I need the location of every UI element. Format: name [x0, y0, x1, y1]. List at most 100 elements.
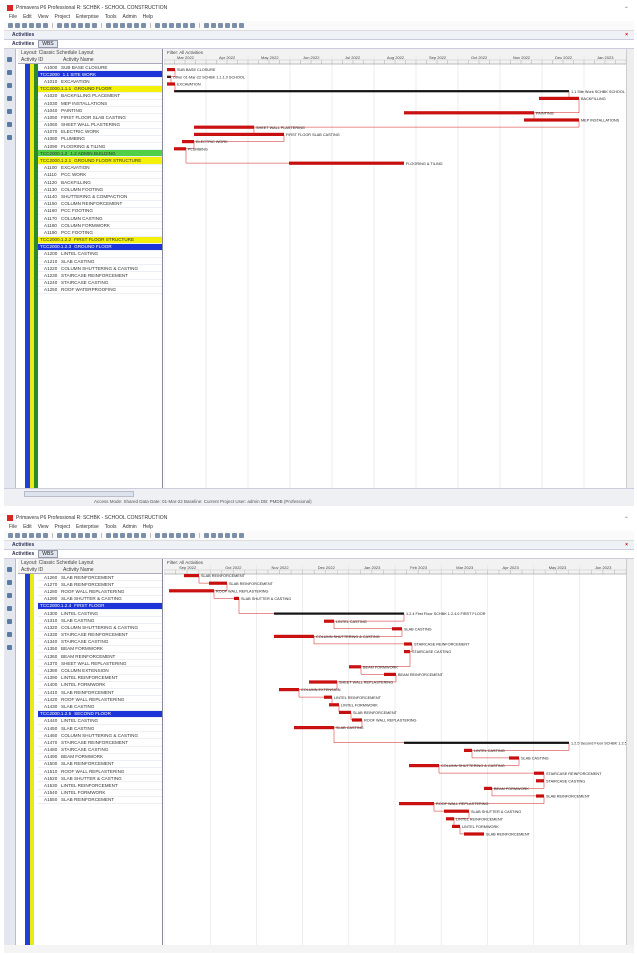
toolbar-icon[interactable]	[36, 533, 41, 538]
table-row[interactable]: A1110 PCC WORK	[38, 172, 162, 179]
toolbar-icon[interactable]	[106, 23, 111, 28]
table-row[interactable]: A1490 BEAM FORMWORK	[38, 754, 162, 761]
bottom-tab-strip[interactable]	[24, 491, 134, 497]
table-row[interactable]: A1380 COLUMN EXTENSION	[38, 667, 162, 675]
activity-bar[interactable]	[352, 718, 362, 722]
toolbar-icon[interactable]	[127, 23, 132, 28]
toolbar-icon[interactable]	[204, 533, 209, 538]
toolbar-icon[interactable]	[190, 533, 195, 538]
toolbar-icon[interactable]	[199, 533, 200, 538]
activity-bar[interactable]	[444, 809, 469, 813]
toolbar-icon[interactable]	[7, 122, 12, 127]
toolbar-icon[interactable]	[176, 533, 181, 538]
toolbar-icon[interactable]	[155, 23, 160, 28]
toolbar-icon[interactable]	[106, 533, 111, 538]
table-row[interactable]: A1170 COLUMN CASTING	[38, 215, 162, 223]
toolbar-icon[interactable]	[92, 533, 97, 538]
tab-wbs[interactable]: WBS	[38, 40, 58, 48]
toolbar-icon[interactable]	[204, 23, 209, 28]
summary-bar[interactable]	[174, 90, 569, 93]
menu-file[interactable]: File	[9, 14, 17, 20]
toolbar-icon[interactable]	[52, 533, 53, 538]
toolbar-icon[interactable]	[113, 23, 118, 28]
table-row[interactable]: A1050 FIRST FLOOR SLAB CASTING	[38, 114, 162, 122]
tab-wbs[interactable]: WBS	[38, 550, 58, 558]
table-row[interactable]: A1440 LINTEL CASTING	[38, 718, 162, 725]
toolbar-icon[interactable]	[29, 533, 34, 538]
toolbar-icon[interactable]	[71, 23, 76, 28]
toolbar-icon[interactable]	[7, 57, 12, 62]
table-row[interactable]: A1330 STAIRCASE REINFORCEMENT	[38, 632, 162, 639]
column-header-name[interactable]: Activity Name	[63, 567, 94, 573]
toolbar-icon[interactable]	[92, 23, 97, 28]
table-row[interactable]: A1300 LINTEL CASTING	[38, 610, 162, 618]
table-row[interactable]: A1150 COLUMN REINFORCEMENT	[38, 201, 162, 208]
menu-edit[interactable]: Edit	[23, 524, 32, 530]
table-row[interactable]: A1090 FLOORING & TILING	[38, 143, 162, 151]
table-row[interactable]: A1320 COLUMN SHUTTERING & CASTING	[38, 624, 162, 632]
toolbar-icon[interactable]	[239, 23, 244, 28]
activity-bar[interactable]	[534, 771, 544, 775]
toolbar-icon[interactable]	[57, 23, 62, 28]
toolbar-icon[interactable]	[7, 580, 12, 585]
table-row[interactable]: A1310 SLAB CASTING	[38, 617, 162, 625]
table-row[interactable]: A1480 STAIRCASE CASTING	[38, 747, 162, 754]
menu-project[interactable]: Project	[54, 524, 70, 530]
toolbar-icon[interactable]	[43, 23, 48, 28]
toolbar-icon[interactable]	[22, 533, 27, 538]
wbs-row[interactable]: TCC2000.1.2.1 GROUND FLOOR STRUCTURE	[38, 157, 162, 165]
menu-help[interactable]: Help	[143, 524, 153, 530]
toolbar-icon[interactable]	[101, 23, 102, 28]
activity-bar[interactable]	[167, 68, 175, 72]
table-row[interactable]: A1120 BACKFILLING	[38, 179, 162, 187]
toolbar-icon[interactable]	[64, 533, 69, 538]
table-row[interactable]: A1550 SLAB REINFORCEMENT	[38, 797, 162, 804]
menu-file[interactable]: File	[9, 524, 17, 530]
table-row[interactable]: A1220 COLUMN SHUTTERING & CASTING	[38, 265, 162, 273]
wbs-row[interactable]: TCC2000.1.2.2 FIRST FLOOR STRUCTURE	[38, 236, 162, 244]
menu-enterprise[interactable]: Enterprise	[76, 14, 99, 20]
toolbar-icon[interactable]	[155, 533, 160, 538]
wbs-row[interactable]: TCC2000.1.2.5 SECOND FLOOR	[38, 710, 162, 718]
table-row[interactable]: A1210 SLAB CASTING	[38, 258, 162, 266]
table-row[interactable]: A1530 LINTEL REINFORCEMENT	[38, 782, 162, 790]
wbs-row[interactable]: TCC2000.1.1.1 GROUND FLOOR	[38, 85, 162, 93]
toolbar-icon[interactable]	[22, 23, 27, 28]
toolbar-icon[interactable]	[78, 533, 83, 538]
menu-help[interactable]: Help	[143, 14, 153, 20]
close-icon[interactable]: ×	[625, 542, 628, 548]
table-row[interactable]: A1470 STAIRCASE REINFORCEMENT	[38, 739, 162, 747]
activity-bar[interactable]	[324, 695, 332, 699]
toolbar-icon[interactable]	[7, 632, 12, 637]
table-row[interactable]: A1070 ELECTRIC WORK	[38, 129, 162, 136]
table-row[interactable]: A1500 SLAB REINFORCEMENT	[38, 761, 162, 769]
table-row[interactable]: A1010 EXCAVATION	[38, 78, 162, 86]
tab-activities[interactable]: Activities	[12, 551, 34, 557]
table-row[interactable]: A1060 SHEET WALL PLASTERING	[38, 122, 162, 129]
table-row[interactable]: A1390 LINTEL REINFORCEMENT	[38, 675, 162, 682]
toolbar-icon[interactable]	[29, 23, 34, 28]
table-row[interactable]: A1080 PLUMBING	[38, 136, 162, 144]
toolbar-icon[interactable]	[57, 533, 62, 538]
table-row[interactable]: A1450 SLAB CASTING	[38, 725, 162, 733]
toolbar-icon[interactable]	[7, 83, 12, 88]
toolbar-icon[interactable]	[150, 23, 151, 28]
table-row[interactable]: A1280 ROOF WALL REPLASTERING	[38, 588, 162, 596]
activity-bar[interactable]	[339, 710, 351, 714]
table-row[interactable]: A1460 COLUMN SHUTTERING & CASTING	[38, 732, 162, 740]
toolbar-icon[interactable]	[7, 109, 12, 114]
minimize-icon[interactable]: −	[624, 5, 628, 11]
toolbar-icon[interactable]	[7, 135, 12, 140]
menu-edit[interactable]: Edit	[23, 14, 32, 20]
toolbar-icon[interactable]	[127, 533, 132, 538]
minimize-icon[interactable]: −	[624, 515, 628, 521]
tab-activities[interactable]: Activities	[12, 41, 34, 47]
toolbar-icon[interactable]	[52, 23, 53, 28]
activity-bar[interactable]	[404, 642, 412, 646]
toolbar-icon[interactable]	[64, 23, 69, 28]
column-header-name[interactable]: Activity Name	[63, 57, 94, 63]
toolbar-icon[interactable]	[134, 533, 139, 538]
toolbar-icon[interactable]	[232, 533, 237, 538]
wbs-row[interactable]: TCC2000 1.1 SITE WORK	[38, 71, 162, 79]
toolbar-icon[interactable]	[15, 23, 20, 28]
